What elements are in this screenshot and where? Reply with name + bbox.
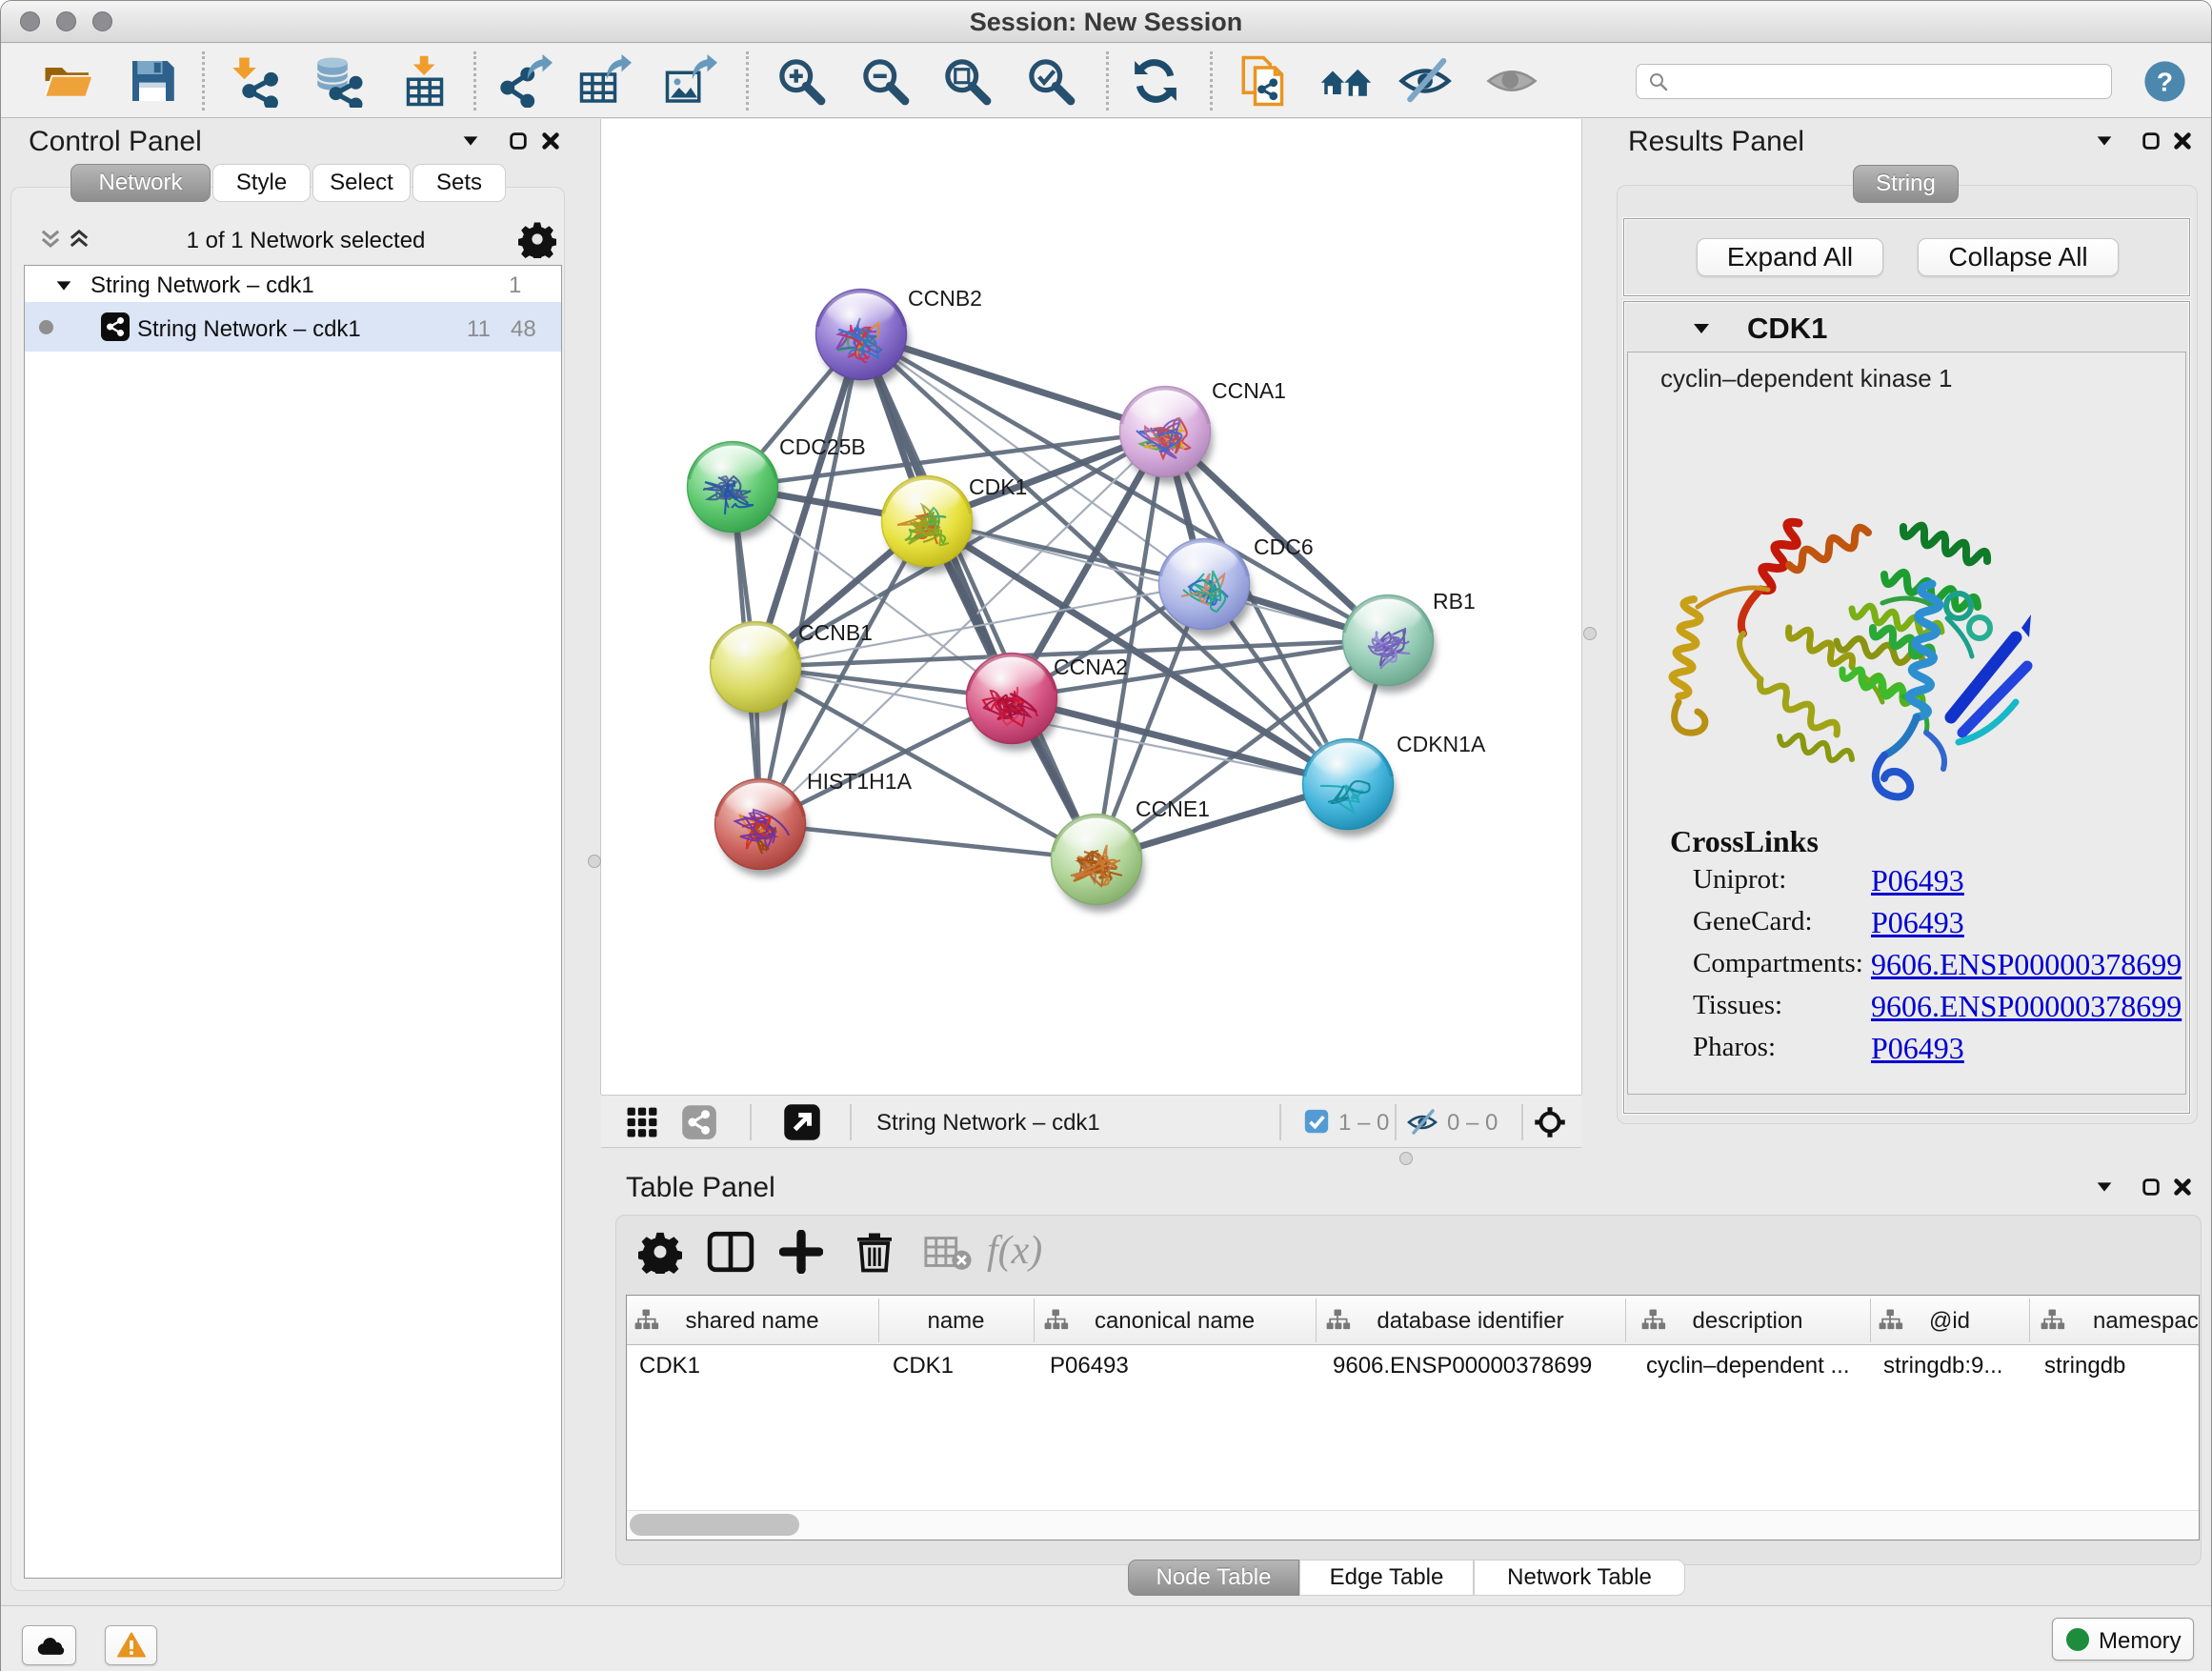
svg-text:CCNB1: CCNB1 [798, 620, 873, 645]
svg-text:CCNA2: CCNA2 [1054, 654, 1128, 679]
svg-text:CCNB2: CCNB2 [908, 286, 982, 311]
svg-text:RB1: RB1 [1433, 589, 1476, 614]
svg-text:HIST1H1A: HIST1H1A [807, 769, 913, 794]
svg-text:CCNA1: CCNA1 [1212, 378, 1286, 403]
svg-text:CDK1: CDK1 [969, 474, 1027, 499]
svg-text:CDC25B: CDC25B [779, 434, 866, 459]
svg-text:CCNE1: CCNE1 [1136, 796, 1210, 821]
svg-text:CDKN1A: CDKN1A [1397, 732, 1486, 756]
svg-text:CDC6: CDC6 [1254, 534, 1314, 559]
